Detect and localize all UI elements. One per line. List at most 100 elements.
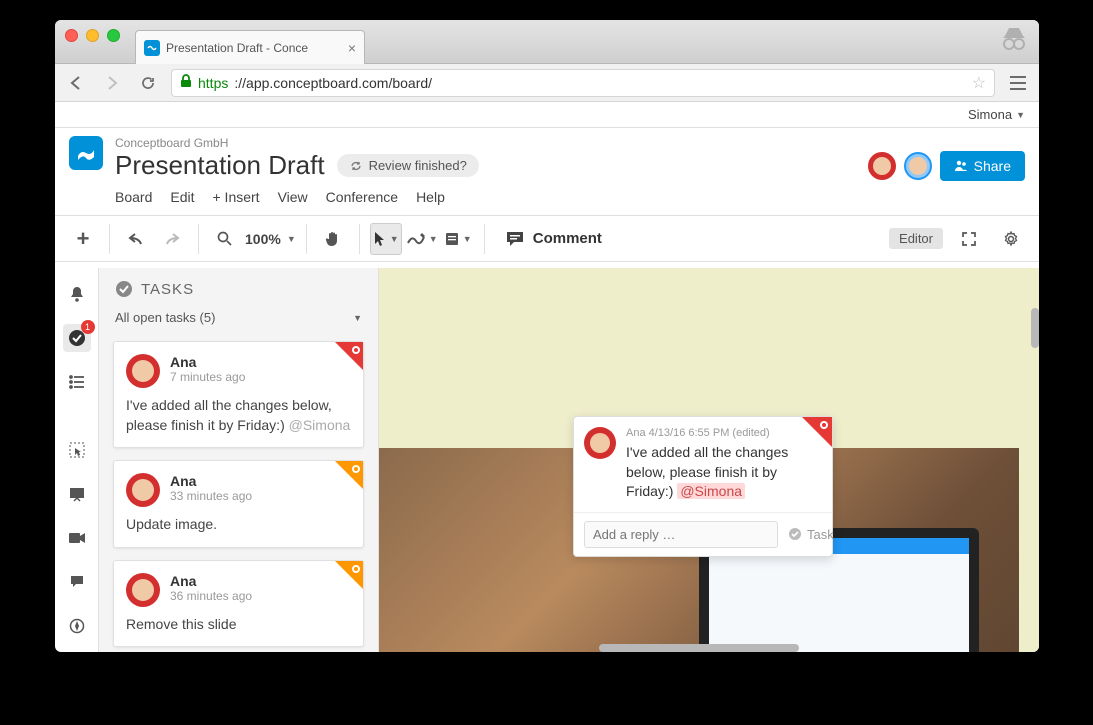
menu-view[interactable]: View bbox=[278, 189, 308, 205]
avatar-icon bbox=[126, 354, 160, 388]
chevron-down-icon[interactable]: ▼ bbox=[287, 234, 296, 244]
browser-tab[interactable]: Presentation Draft - Conce × bbox=[135, 30, 365, 64]
zoom-search-icon[interactable] bbox=[209, 223, 241, 255]
browser-navbar: https://app.conceptboard.com/board/ ☆ bbox=[55, 64, 1039, 102]
menu-bar: Board Edit + Insert View Conference Help bbox=[55, 181, 1039, 216]
task-text: Remove this slide bbox=[126, 615, 351, 635]
url-bar[interactable]: https://app.conceptboard.com/board/ ☆ bbox=[171, 69, 995, 97]
lock-icon bbox=[180, 74, 192, 91]
filter-label: All open tasks (5) bbox=[115, 310, 215, 325]
compass-icon[interactable] bbox=[63, 612, 91, 640]
task-card[interactable]: Ana 7 minutes ago I've added all the cha… bbox=[113, 341, 364, 448]
reload-button[interactable] bbox=[135, 70, 161, 96]
note-tool-button[interactable]: ▼ bbox=[442, 223, 474, 255]
forward-button[interactable] bbox=[99, 70, 125, 96]
task-card[interactable]: Ana 36 minutes ago Remove this slide bbox=[113, 560, 364, 648]
url-path: ://app.conceptboard.com/board/ bbox=[234, 75, 432, 91]
task-author: Ana bbox=[170, 473, 252, 489]
redo-button[interactable] bbox=[156, 223, 188, 255]
tasks-panel: TASKS All open tasks (5) ▼ Ana 7 minutes… bbox=[99, 268, 379, 652]
task-text: Update image. bbox=[126, 515, 351, 535]
chevron-down-icon: ▼ bbox=[463, 234, 472, 244]
menu-board[interactable]: Board bbox=[115, 189, 152, 205]
tasks-tab-icon[interactable]: 1 bbox=[63, 324, 91, 352]
chevron-down-icon: ▼ bbox=[1016, 110, 1025, 120]
comment-popup: Ana 4/13/16 6:55 PM (edited) I've added … bbox=[573, 416, 833, 557]
presentation-icon[interactable] bbox=[63, 480, 91, 508]
window-minimize-icon[interactable] bbox=[86, 29, 99, 42]
avatar-icon bbox=[584, 427, 616, 459]
reply-input[interactable] bbox=[584, 521, 778, 548]
incognito-icon bbox=[999, 24, 1029, 57]
undo-button[interactable] bbox=[120, 223, 152, 255]
review-status-label: Review finished? bbox=[369, 158, 467, 173]
outline-list-icon[interactable] bbox=[63, 368, 91, 396]
share-label: Share bbox=[974, 158, 1011, 174]
task-time: 7 minutes ago bbox=[170, 370, 245, 384]
selection-tool-icon[interactable] bbox=[63, 436, 91, 464]
check-circle-icon bbox=[788, 527, 802, 541]
mention[interactable]: @Simona bbox=[677, 483, 745, 499]
app-header: Conceptboard GmbH Presentation Draft Rev… bbox=[55, 128, 1039, 181]
window-maximize-icon[interactable] bbox=[107, 29, 120, 42]
left-rail: 1 bbox=[55, 268, 99, 652]
tasks-filter-dropdown[interactable]: All open tasks (5) ▼ bbox=[99, 310, 378, 333]
bookmark-star-icon[interactable]: ☆ bbox=[972, 73, 986, 93]
menu-insert[interactable]: + Insert bbox=[212, 189, 259, 205]
draw-tool-button[interactable]: ▼ bbox=[406, 223, 438, 255]
zoom-level[interactable]: 100% bbox=[245, 231, 281, 247]
add-button[interactable]: + bbox=[67, 223, 99, 255]
chevron-down-icon: ▼ bbox=[353, 313, 362, 323]
chat-icon[interactable] bbox=[63, 568, 91, 596]
avatar-icon bbox=[126, 573, 160, 607]
notifications-bell-icon[interactable] bbox=[63, 280, 91, 308]
board-canvas[interactable]: Ana 4/13/16 6:55 PM (edited) I've added … bbox=[379, 268, 1039, 652]
select-tool-button[interactable]: ▼ bbox=[370, 223, 402, 255]
menu-help[interactable]: Help bbox=[416, 189, 445, 205]
window-close-icon[interactable] bbox=[65, 29, 78, 42]
tab-close-icon[interactable]: × bbox=[348, 40, 356, 56]
fullscreen-button[interactable] bbox=[953, 223, 985, 255]
back-button[interactable] bbox=[63, 70, 89, 96]
review-status-pill[interactable]: Review finished? bbox=[337, 154, 479, 177]
browser-window: Presentation Draft - Conce × https://app… bbox=[55, 20, 1039, 652]
avatar-user-ana[interactable] bbox=[868, 152, 896, 180]
scrollbar-vertical[interactable] bbox=[1031, 308, 1039, 348]
task-label: Task bbox=[807, 527, 834, 542]
mark-task-button[interactable]: Task bbox=[788, 527, 834, 542]
mention: @Simona bbox=[289, 417, 351, 433]
chevron-down-icon: ▼ bbox=[429, 234, 438, 244]
app-logo-icon[interactable] bbox=[69, 136, 103, 170]
scrollbar-horizontal[interactable] bbox=[599, 644, 799, 652]
menu-edit[interactable]: Edit bbox=[170, 189, 194, 205]
comment-button[interactable]: Comment bbox=[495, 230, 612, 248]
settings-gear-icon[interactable] bbox=[995, 223, 1027, 255]
pan-tool-button[interactable] bbox=[317, 223, 349, 255]
user-bar[interactable]: Simona ▼ bbox=[55, 102, 1039, 128]
refresh-icon bbox=[349, 159, 363, 173]
chevron-down-icon: ▼ bbox=[390, 234, 399, 244]
task-author: Ana bbox=[170, 354, 245, 370]
board-title[interactable]: Presentation Draft bbox=[115, 150, 325, 181]
browser-menu-button[interactable] bbox=[1005, 70, 1031, 96]
task-card[interactable]: Ana 33 minutes ago Update image. bbox=[113, 460, 364, 548]
toolbar: + 100% ▼ ▼ ▼ ▼ Comment Editor bbox=[55, 216, 1039, 262]
share-button[interactable]: Share bbox=[940, 151, 1025, 181]
popup-meta: Ana 4/13/16 6:55 PM (edited) bbox=[626, 427, 822, 439]
task-time: 33 minutes ago bbox=[170, 489, 252, 503]
tasks-badge: 1 bbox=[81, 320, 95, 334]
panel-title: TASKS bbox=[141, 281, 194, 298]
task-author: Ana bbox=[170, 573, 252, 589]
tab-title: Presentation Draft - Conce bbox=[166, 41, 342, 55]
menu-conference[interactable]: Conference bbox=[326, 189, 398, 205]
avatar-user-simona[interactable] bbox=[904, 152, 932, 180]
video-camera-icon[interactable] bbox=[63, 524, 91, 552]
task-list: Ana 7 minutes ago I've added all the cha… bbox=[99, 333, 378, 652]
titlebar: Presentation Draft - Conce × bbox=[55, 20, 1039, 64]
role-label[interactable]: Editor bbox=[889, 228, 943, 249]
people-icon bbox=[954, 159, 968, 173]
comment-label: Comment bbox=[533, 230, 602, 247]
company-name: Conceptboard GmbH bbox=[115, 136, 1025, 150]
task-time: 36 minutes ago bbox=[170, 589, 252, 603]
comment-icon bbox=[505, 230, 525, 248]
